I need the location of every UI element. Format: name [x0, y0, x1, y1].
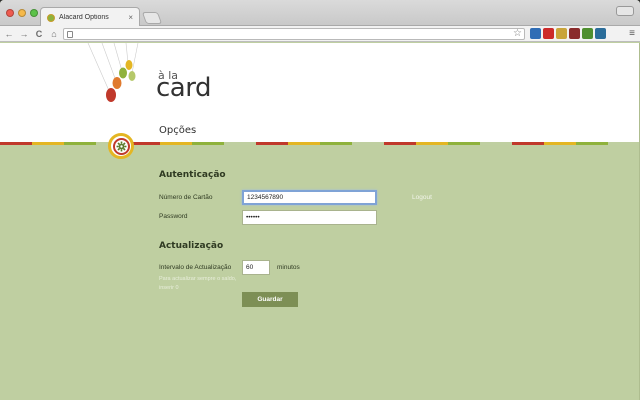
fullscreen-button[interactable]	[616, 6, 634, 16]
stripe-segment	[416, 142, 448, 145]
bookmark-star-icon[interactable]: ☆	[513, 28, 522, 39]
settings-badge	[108, 133, 134, 159]
stripe-segment	[160, 142, 192, 145]
logo-drops-icon	[87, 43, 139, 102]
auth-heading: Autenticação	[159, 170, 226, 180]
extension-icon-2[interactable]	[543, 28, 554, 39]
password-label: Password	[159, 213, 188, 220]
update-heading: Actualização	[159, 241, 224, 251]
save-button[interactable]: Guardar	[242, 292, 298, 307]
logo-big-text: card	[156, 73, 211, 103]
stripe-segment	[448, 142, 480, 145]
stripe-segment	[608, 142, 640, 145]
browser-window: Alacard Options × ← → C ⌂ ☆ ≡ à la card …	[0, 0, 640, 400]
tab-title: Alacard Options	[59, 14, 109, 21]
maximize-window-button[interactable]	[30, 9, 38, 17]
page-content: à la card Opções Autenticação Número de …	[0, 43, 640, 400]
home-icon[interactable]: ⌂	[48, 28, 60, 40]
tab-alacard-options[interactable]: Alacard Options ×	[40, 7, 140, 27]
browser-toolbar: ← → C ⌂ ☆ ≡	[0, 26, 640, 42]
tab-strip: Alacard Options ×	[0, 0, 640, 27]
extension-icon-1[interactable]	[530, 28, 541, 39]
back-arrow-icon[interactable]: ←	[3, 28, 15, 40]
menu-icon[interactable]: ≡	[629, 28, 635, 39]
extension-icon-4[interactable]	[569, 28, 580, 39]
minutes-label: minutos	[277, 264, 300, 271]
page-icon	[67, 31, 73, 38]
stripe-segment	[384, 142, 416, 145]
stripe-segment	[64, 142, 96, 145]
address-bar[interactable]: ☆	[63, 28, 525, 40]
interval-label: Intervalo de Actualização	[159, 264, 232, 271]
tab-close-icon[interactable]: ×	[128, 13, 133, 22]
color-stripe	[0, 142, 640, 145]
reload-icon[interactable]: C	[33, 28, 45, 40]
stripe-segment	[256, 142, 288, 145]
window-controls	[6, 9, 38, 17]
interval-input[interactable]	[242, 260, 270, 275]
page-title: Opções	[159, 125, 197, 136]
stripe-segment	[224, 142, 256, 145]
card-number-input[interactable]	[242, 190, 377, 205]
close-window-button[interactable]	[6, 9, 14, 17]
alacard-favicon-icon	[47, 13, 55, 22]
password-input[interactable]	[242, 210, 377, 225]
logout-link[interactable]: Logout	[412, 194, 432, 201]
stripe-segment	[480, 142, 512, 145]
gear-icon	[112, 137, 130, 155]
stripe-segment	[0, 142, 32, 145]
new-tab-button[interactable]	[141, 12, 163, 24]
stripe-segment	[352, 142, 384, 145]
stripe-segment	[512, 142, 544, 145]
stripe-segment	[288, 142, 320, 145]
extension-icon-3[interactable]	[556, 28, 567, 39]
forward-arrow-icon[interactable]: →	[18, 28, 30, 40]
stripe-segment	[192, 142, 224, 145]
stripe-segment	[576, 142, 608, 145]
page-header: à la card Opções	[0, 43, 640, 143]
minimize-window-button[interactable]	[18, 9, 26, 17]
interval-hint: Para actualizar sempre o saldo, inserir …	[159, 276, 237, 291]
card-number-label: Número de Cartão	[159, 194, 213, 201]
stripe-segment	[544, 142, 576, 145]
extension-icon-5[interactable]	[582, 28, 593, 39]
stripe-segment	[320, 142, 352, 145]
extension-icon-6[interactable]	[595, 28, 606, 39]
stripe-segment	[32, 142, 64, 145]
